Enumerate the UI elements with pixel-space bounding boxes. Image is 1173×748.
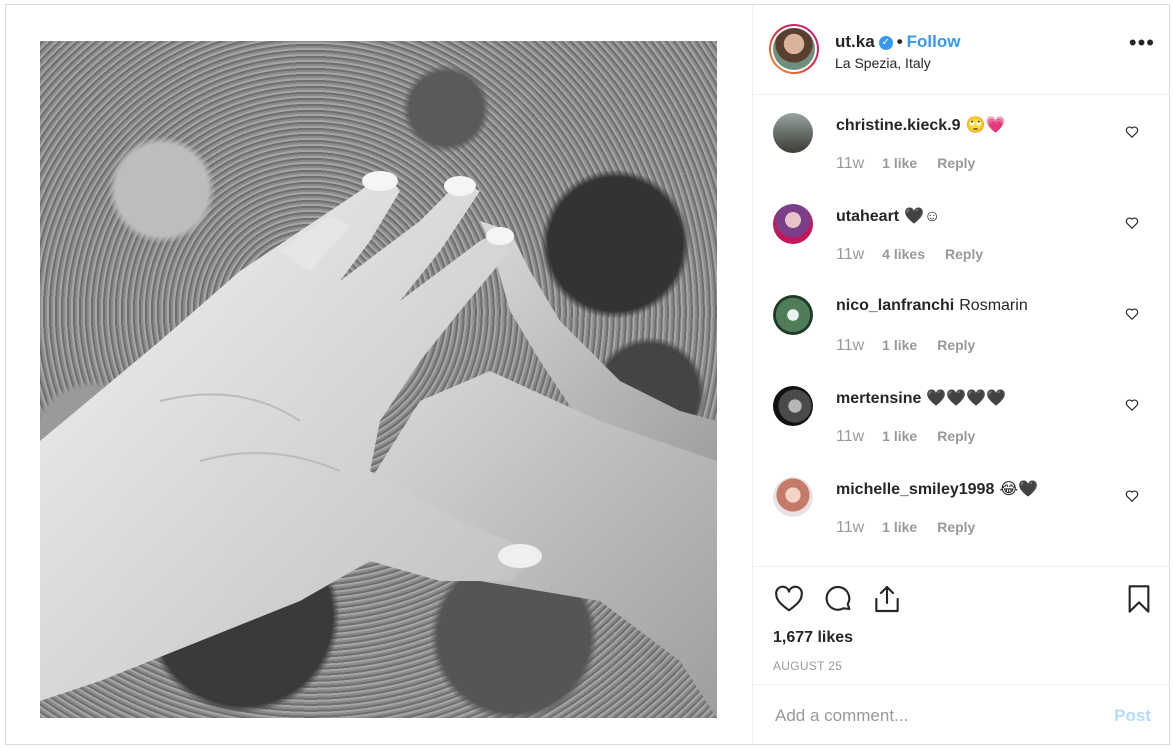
comment-meta: 11w 1 like Reply <box>836 519 975 537</box>
commenter-avatar[interactable] <box>773 295 813 335</box>
author-line: ut.ka ✓ • Follow <box>835 32 960 52</box>
reply-button[interactable]: Reply <box>937 428 975 444</box>
post-location[interactable]: La Spezia, Italy <box>835 55 931 71</box>
comment-text: 🖤🖤🖤🖤 <box>926 390 1007 407</box>
share-icon[interactable] <box>871 583 903 615</box>
commenter-username[interactable]: nico_lanfranchi <box>836 297 954 314</box>
comment-likes[interactable]: 1 like <box>882 519 917 535</box>
comment-item: utaheart 🖤☺ 11w 4 likes Reply <box>753 186 1169 277</box>
comment-meta: 11w 4 likes Reply <box>836 246 983 264</box>
comment-list: christine.kieck.9 🙄💗 11w 1 like Reply utahe… <box>753 95 1169 566</box>
commenter-avatar[interactable] <box>773 204 813 244</box>
comment-likes[interactable]: 4 likes <box>882 246 925 262</box>
comment-body: nico_lanfranchi Rosmarin <box>836 297 1028 315</box>
comment-item: nico_lanfranchi Rosmarin 11w 1 like Reply <box>753 277 1169 368</box>
post-sidebar: ut.ka ✓ • Follow La Spezia, Italy ••• chris… <box>753 5 1169 744</box>
comment-heart-icon[interactable] <box>1125 307 1139 321</box>
author-username[interactable]: ut.ka <box>835 32 875 51</box>
heart-icon[interactable] <box>773 583 805 615</box>
commenter-username[interactable]: mertensine <box>836 390 921 407</box>
commenter-avatar[interactable] <box>773 477 813 517</box>
comment-text: 🖤☺ <box>904 208 941 225</box>
comment-heart-icon[interactable] <box>1125 125 1139 139</box>
commenter-username[interactable]: michelle_smiley1998 <box>836 481 994 498</box>
reply-button[interactable]: Reply <box>945 246 983 262</box>
author-avatar[interactable] <box>769 24 819 74</box>
add-comment-input[interactable] <box>773 703 1097 729</box>
comment-text: Rosmarin <box>959 297 1028 314</box>
comment-body: michelle_smiley1998 😂🖤 <box>836 479 1038 499</box>
comment-time[interactable]: 11w <box>836 428 864 445</box>
bookmark-icon[interactable] <box>1123 583 1155 615</box>
more-options-icon[interactable]: ••• <box>1129 32 1155 54</box>
comment-heart-icon[interactable] <box>1125 489 1139 503</box>
follow-button[interactable]: Follow <box>907 32 961 51</box>
comment-likes[interactable]: 1 like <box>882 428 917 444</box>
comment-item: christine.kieck.9 🙄💗 11w 1 like Reply <box>753 95 1169 186</box>
comment-body: mertensine 🖤🖤🖤🖤 <box>836 388 1006 408</box>
comment-meta: 11w 1 like Reply <box>836 337 975 355</box>
comment-text: 🙄💗 <box>965 117 1006 134</box>
comment-item: mertensine 🖤🖤🖤🖤 11w 1 like Reply <box>753 368 1169 459</box>
likes-count[interactable]: 1,677 likes <box>773 629 853 647</box>
comment-meta: 11w 1 like Reply <box>836 428 975 446</box>
commenter-username[interactable]: christine.kieck.9 <box>836 117 961 134</box>
comment-body: christine.kieck.9 🙄💗 <box>836 115 1005 135</box>
post-comment-button[interactable]: Post <box>1114 706 1151 726</box>
comment-composer: Post <box>753 684 1169 744</box>
reply-button[interactable]: Reply <box>937 337 975 353</box>
comment-heart-icon[interactable] <box>1125 216 1139 230</box>
post-actions: 1,677 likes AUGUST 25 <box>753 566 1169 684</box>
reply-button[interactable]: Reply <box>937 155 975 171</box>
author-avatar-image <box>773 28 815 70</box>
comment-time[interactable]: 11w <box>836 519 864 536</box>
comment-icon[interactable] <box>822 583 854 615</box>
reply-button[interactable]: Reply <box>937 519 975 535</box>
comment-time[interactable]: 11w <box>836 337 864 354</box>
comment-likes[interactable]: 1 like <box>882 337 917 353</box>
post-photo[interactable] <box>40 41 717 718</box>
comment-body: utaheart 🖤☺ <box>836 206 940 226</box>
post-dialog: ut.ka ✓ • Follow La Spezia, Italy ••• chris… <box>5 4 1170 745</box>
hands-illustration <box>40 171 717 718</box>
commenter-username[interactable]: utaheart <box>836 208 899 225</box>
post-date[interactable]: AUGUST 25 <box>773 659 842 673</box>
separator-dot: • <box>896 32 903 51</box>
commenter-avatar[interactable] <box>773 386 813 426</box>
comment-likes[interactable]: 1 like <box>882 155 917 171</box>
post-header: ut.ka ✓ • Follow La Spezia, Italy ••• <box>753 5 1169 95</box>
comment-heart-icon[interactable] <box>1125 398 1139 412</box>
comment-meta: 11w 1 like Reply <box>836 155 975 173</box>
post-media <box>6 5 753 744</box>
verified-badge-icon: ✓ <box>878 35 893 50</box>
comment-text: 😂🖤 <box>999 481 1038 498</box>
commenter-avatar[interactable] <box>773 113 813 153</box>
comment-time[interactable]: 11w <box>836 246 864 263</box>
comment-time[interactable]: 11w <box>836 155 864 172</box>
comment-item: michelle_smiley1998 😂🖤 11w 1 like Reply <box>753 459 1169 550</box>
